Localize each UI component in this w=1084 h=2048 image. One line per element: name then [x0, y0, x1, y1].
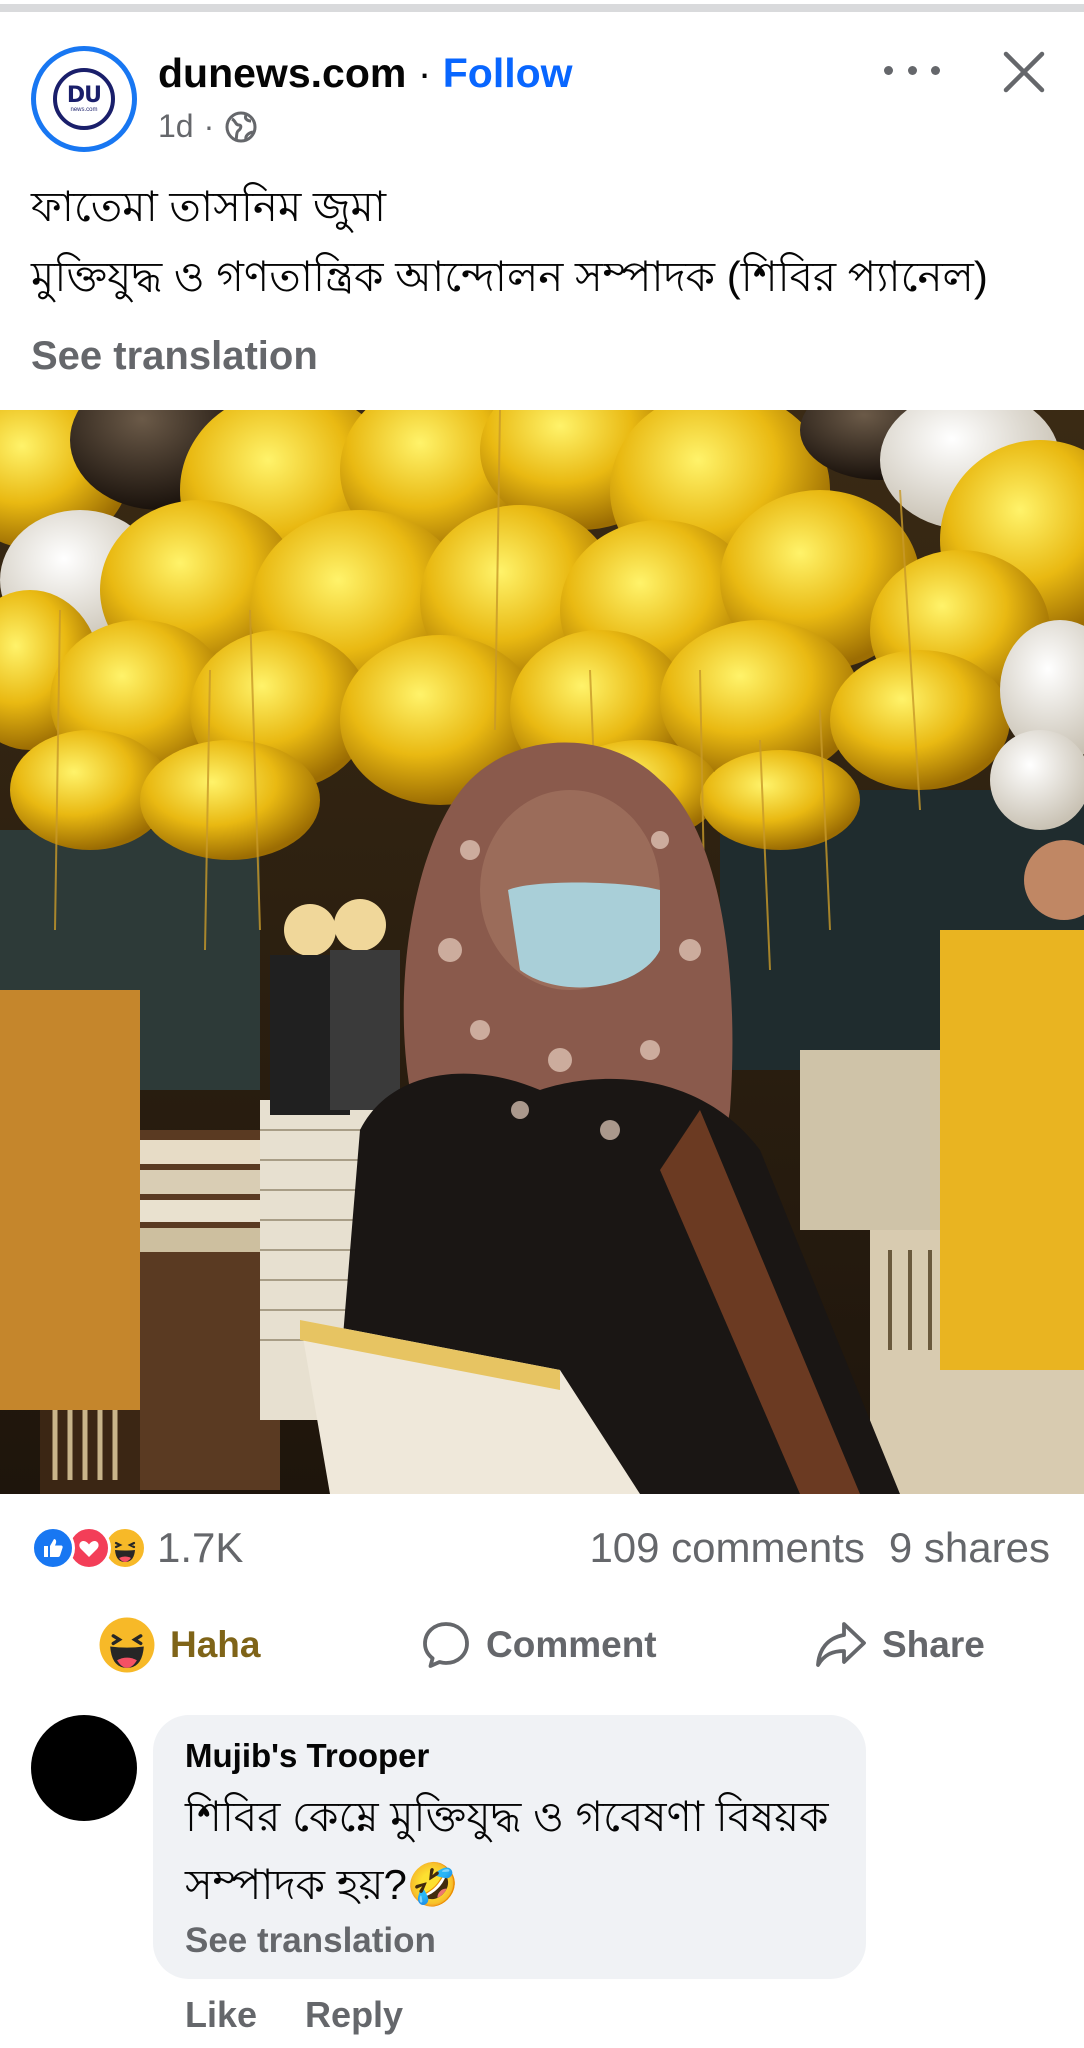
comment-text: শিবির কেম্নে মুক্তিযুদ্ধ ও গবেষণা বিষয়ক… [185, 1783, 834, 1919]
haha-reaction-button[interactable]: Haha [98, 1610, 260, 1680]
comment-like-button[interactable]: Like [185, 1994, 257, 2036]
post-action-bar: Haha Comment Share [0, 1610, 1084, 1680]
comment-actions: Like Reply [185, 1994, 403, 2036]
reactions-summary[interactable]: 1.7K [31, 1524, 243, 1572]
post-time[interactable]: 1d [158, 108, 194, 145]
comment-see-translation-link[interactable]: See translation [185, 1921, 834, 1961]
post-photo[interactable] [0, 410, 1084, 1494]
logo-mark: DU [66, 82, 102, 108]
caption-line-2: মুক্তিযুদ্ধ ও গণতান্ত্রিক আন্দোলন সম্পাদ… [31, 253, 988, 300]
share-icon [816, 1622, 866, 1667]
comment-label: Comment [486, 1624, 657, 1665]
commenter-avatar[interactable] [31, 1715, 137, 1821]
logo-subtext: news.com [70, 106, 98, 113]
haha-reaction-icon [99, 1617, 155, 1673]
follow-button[interactable]: Follow [443, 50, 573, 96]
post-meta: 1d · [158, 108, 258, 145]
page-avatar[interactable]: DU news.com [31, 46, 137, 152]
meta-separator: · [203, 108, 215, 144]
photo-scene [0, 410, 1084, 1494]
haha-label: Haha [170, 1624, 261, 1665]
comment-text-line-1: শিবির কেম্নে মুক্তিযুদ্ধ ও গবেষণা বিষয়ক [185, 1793, 829, 1840]
post-stats: 109 comments 9 shares [589, 1524, 1050, 1572]
caption-line-1: ফাতেমা তাসনিম জুমা [31, 183, 387, 230]
comment-author[interactable]: Mujib's Trooper [185, 1737, 834, 1775]
comment-icon [423, 1622, 469, 1668]
comment-reply-button[interactable]: Reply [305, 1994, 403, 2036]
share-button[interactable]: Share [814, 1610, 985, 1680]
page-logo: DU news.com [53, 68, 115, 130]
top-strip [0, 0, 1084, 14]
comment-bubble: Mujib's Trooper শিবির কেম্নে মুক্তিযুদ্ধ… [153, 1715, 866, 1979]
name-separator: · [406, 50, 443, 96]
close-icon[interactable] [1002, 50, 1046, 94]
share-label: Share [882, 1624, 985, 1665]
shares-count-link[interactable]: 9 shares [889, 1524, 1050, 1572]
post-author-line: dunews.com · Follow [158, 50, 573, 97]
globe-icon [225, 111, 257, 142]
see-translation-link[interactable]: See translation [31, 334, 318, 379]
like-icon [31, 1526, 75, 1570]
more-options-icon[interactable] [884, 50, 940, 90]
page-name[interactable]: dunews.com [158, 50, 406, 96]
top-divider [0, 4, 1084, 12]
comments-count-link[interactable]: 109 comments [589, 1524, 864, 1572]
comment-text-line-2: সম্পাদক হয়?🤣 [185, 1861, 460, 1908]
post-caption: ফাতেমা তাসনিম জুমা মুক্তিযুদ্ধ ও গণতান্ত… [31, 172, 1061, 312]
comment-button[interactable]: Comment [420, 1610, 657, 1680]
reaction-count: 1.7K [157, 1524, 244, 1571]
